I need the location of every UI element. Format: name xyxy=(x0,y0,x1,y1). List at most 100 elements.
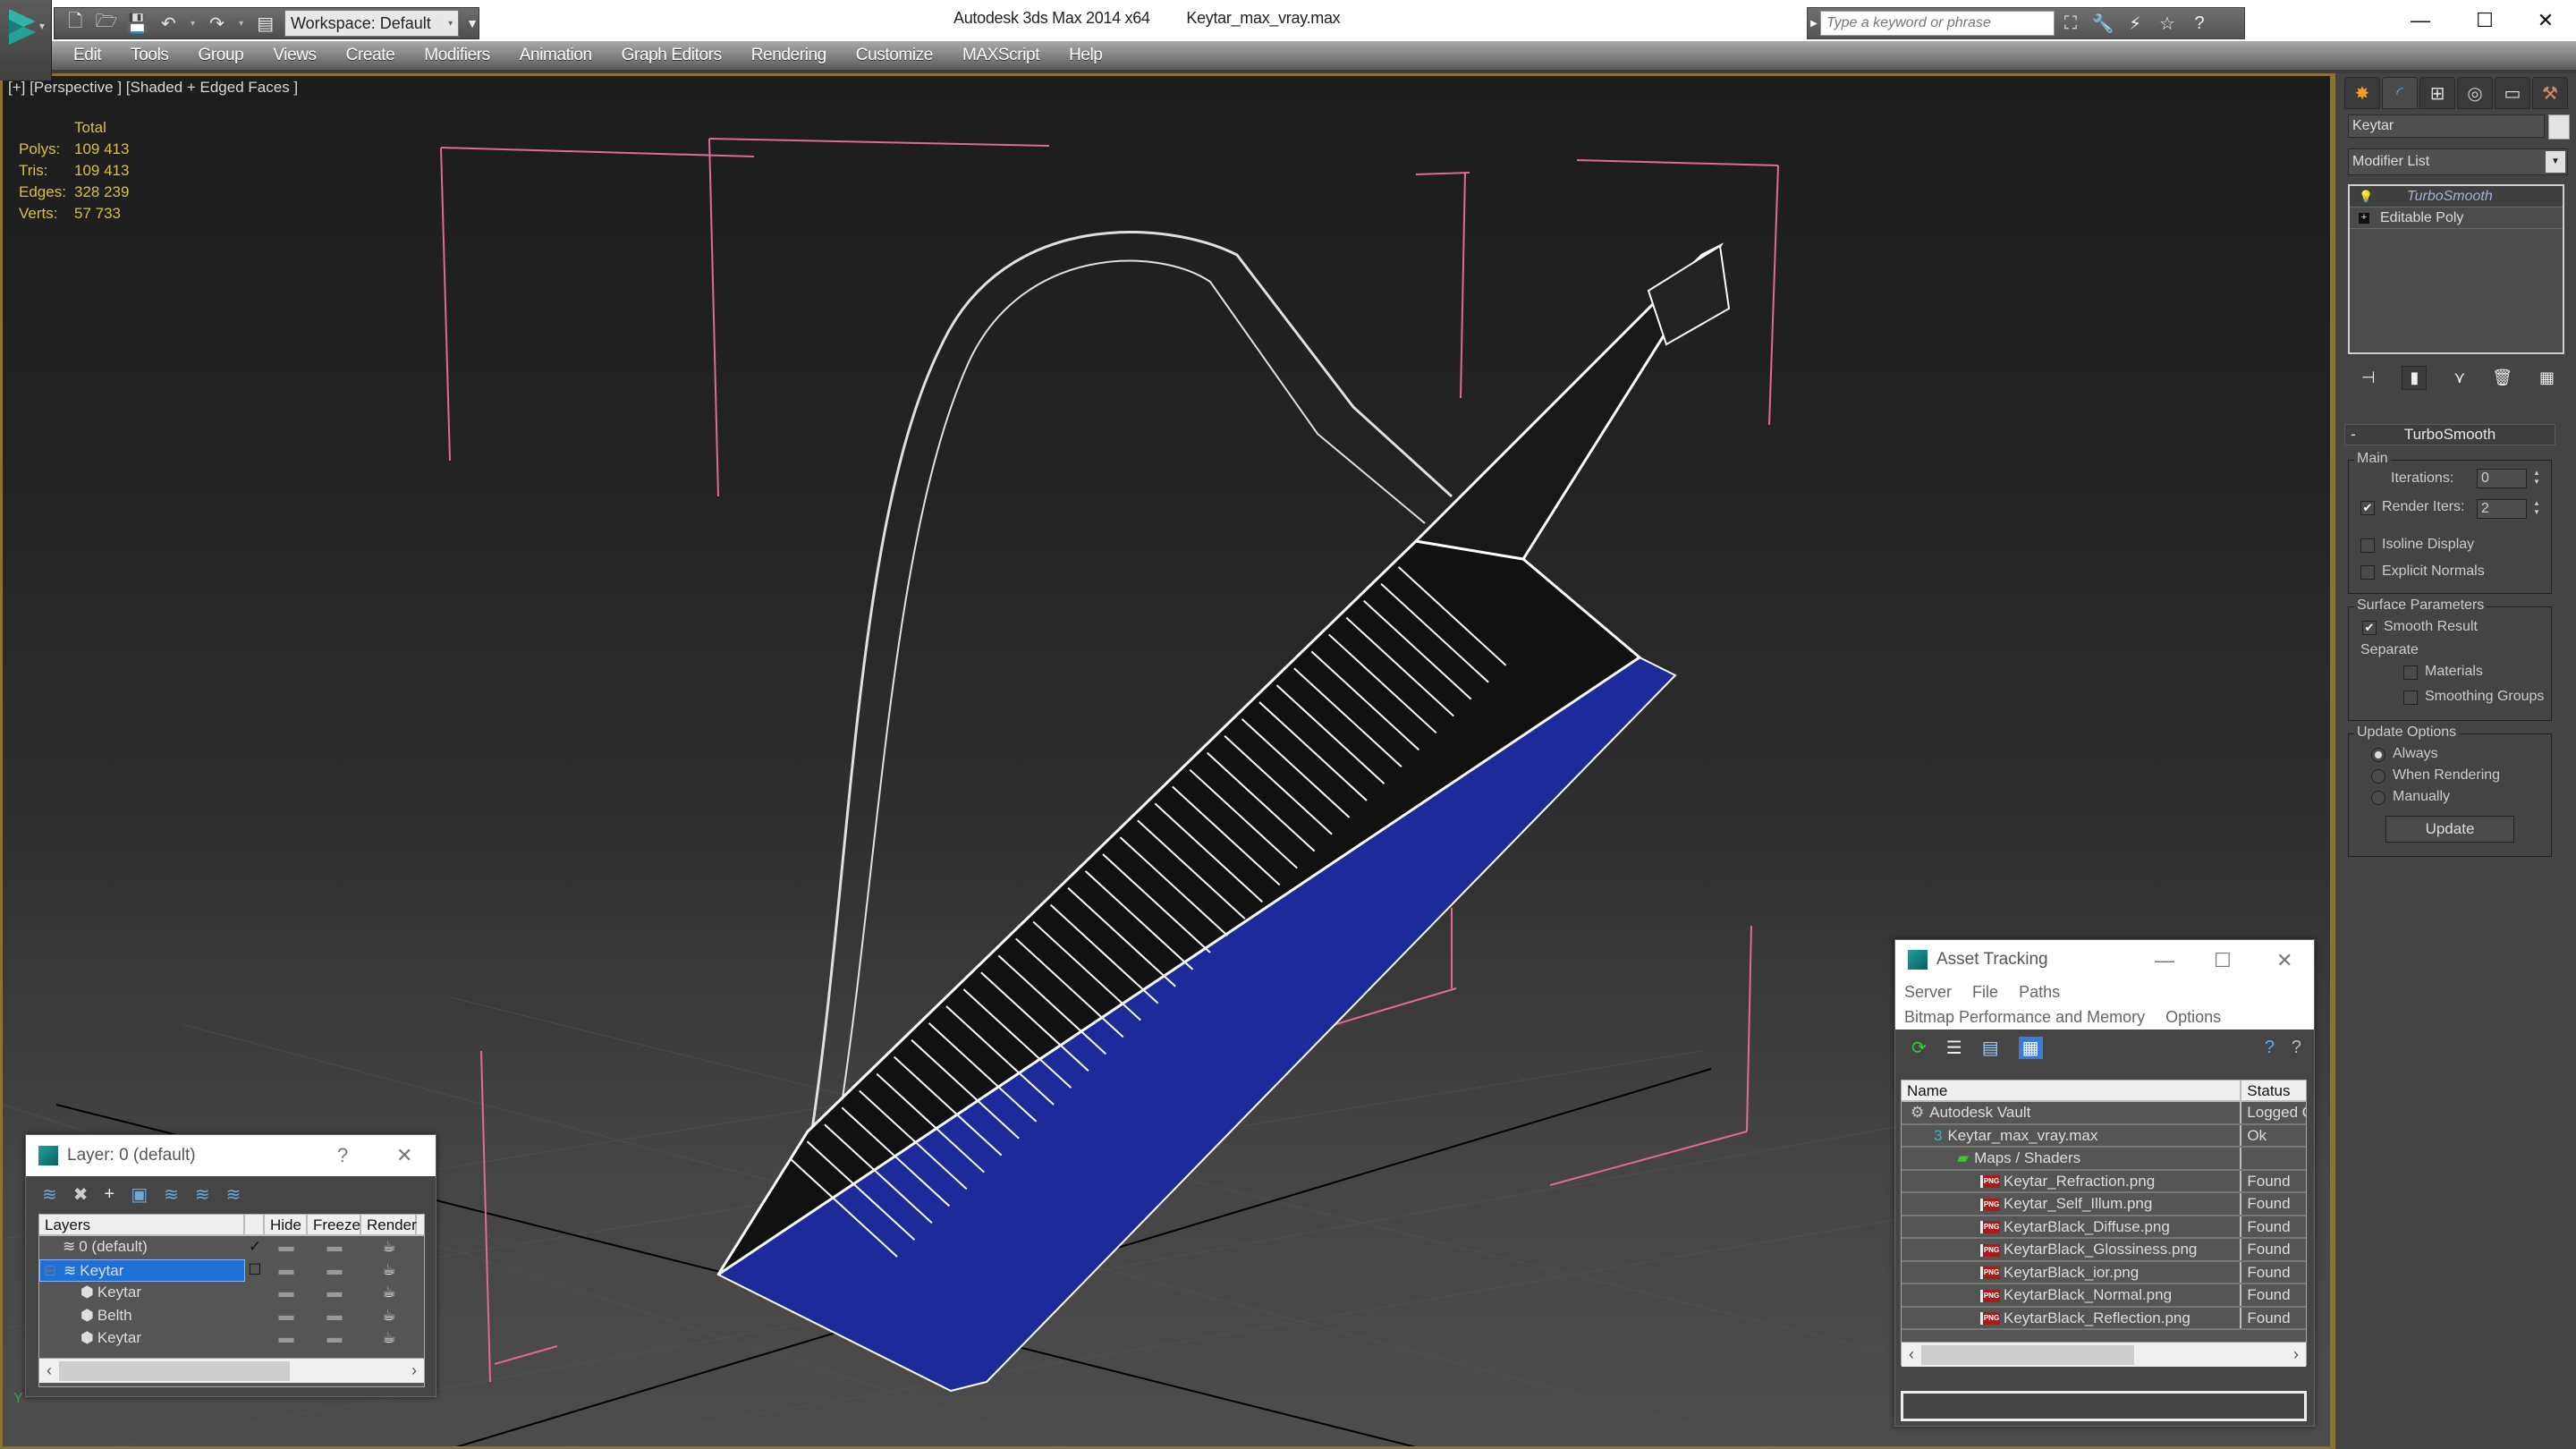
help-icon[interactable]: ? xyxy=(2183,13,2216,34)
render-teapot-icon[interactable]: ☕ xyxy=(361,1305,417,1328)
menu-maxscript[interactable]: MAXScript xyxy=(962,46,1040,65)
hide-toggle[interactable]: ▬ xyxy=(265,1236,308,1259)
render-teapot-icon[interactable]: ☕ xyxy=(361,1327,417,1351)
column-layers[interactable]: Layers xyxy=(39,1215,245,1234)
configure-modifier-sets-icon[interactable]: ▦ xyxy=(2539,369,2555,387)
open-folder-icon[interactable]: 🗁 xyxy=(95,11,119,36)
layer-name-cell[interactable]: ⬢ Keytar xyxy=(39,1327,245,1351)
layer-row[interactable]: ≋ 0 (default) ✓ ▬ ▬ ☕ xyxy=(39,1236,424,1259)
menu-paths[interactable]: Paths xyxy=(2019,983,2060,1001)
render-teapot-icon[interactable]: ☕ xyxy=(361,1259,417,1283)
lightbulb-icon[interactable]: 💡 xyxy=(2359,186,2373,208)
minimize-button[interactable]: — xyxy=(2388,0,2453,41)
menu-modifiers[interactable]: Modifiers xyxy=(424,46,490,65)
freeze-unfreeze-all-icon[interactable]: ≋ xyxy=(226,1183,242,1206)
object-row[interactable]: ⬢ Belth ▬ ▬ ☕ xyxy=(39,1305,424,1328)
close-button[interactable]: ✕ xyxy=(2276,949,2292,972)
asset-row[interactable]: PNG KeytarBlack_Normal.png Found xyxy=(1902,1284,2306,1308)
stack-item-turbosmooth[interactable]: 💡 TurboSmooth xyxy=(2350,186,2563,208)
asset-row[interactable]: PNG Keytar_Self_Illum.png Found xyxy=(1902,1193,2306,1216)
motion-tab[interactable]: ◎ xyxy=(2457,77,2493,109)
modify-tab[interactable]: ◜ xyxy=(2382,77,2418,109)
smoothing-groups-checkbox[interactable] xyxy=(2403,691,2418,705)
maximize-button[interactable]: ☐ xyxy=(2214,949,2232,972)
menu-help[interactable]: Help xyxy=(1069,46,1103,65)
render-teapot-icon[interactable]: ☕ xyxy=(361,1236,417,1259)
freeze-toggle[interactable]: ▬ xyxy=(308,1305,361,1328)
update-manually-radio[interactable] xyxy=(2371,791,2385,805)
menu-animation[interactable]: Animation xyxy=(520,46,592,65)
close-button[interactable]: ✕ xyxy=(396,1144,412,1167)
column-status[interactable]: Status xyxy=(2241,1080,2306,1100)
search-input[interactable] xyxy=(1820,11,2055,36)
asset-dialog-titlebar[interactable]: Asset Tracking — ☐ ✕ xyxy=(1895,940,2314,979)
menu-create[interactable]: Create xyxy=(346,46,395,65)
undo-icon[interactable]: ↶ xyxy=(157,11,181,36)
customize-toolbar-icon[interactable]: ▼ xyxy=(466,16,479,30)
help-globe-icon[interactable]: ? xyxy=(2265,1038,2275,1058)
undo-dropdown-icon[interactable]: ▾ xyxy=(188,11,198,36)
remove-modifier-icon[interactable]: 🗑 xyxy=(2492,369,2512,387)
communication-center-icon[interactable]: ⚡ xyxy=(2119,13,2151,35)
asset-row[interactable]: PNG KeytarBlack_Reflection.png Found xyxy=(1902,1307,2306,1330)
freeze-toggle[interactable]: ▬ xyxy=(308,1282,361,1305)
collapse-icon[interactable]: ⊟ xyxy=(44,1260,56,1282)
menu-edit[interactable]: Edit xyxy=(73,46,102,65)
menu-graph-editors[interactable]: Graph Editors xyxy=(622,46,722,65)
object-row[interactable]: ⬢ Keytar ▬ ▬ ☕ xyxy=(39,1327,424,1351)
menu-options[interactable]: Options xyxy=(2165,1008,2221,1026)
add-to-layer-icon[interactable]: + xyxy=(105,1184,115,1205)
layer-name-cell[interactable]: ⬢ Keytar xyxy=(39,1282,245,1305)
asset-row[interactable]: PNG Keytar_Refraction.png Found xyxy=(1902,1170,2306,1193)
update-always-radio[interactable] xyxy=(2371,748,2385,762)
create-tab[interactable]: ✸ xyxy=(2344,77,2380,109)
render-iters-checkbox[interactable]: ✔ xyxy=(2360,501,2375,515)
menu-file[interactable]: File xyxy=(1972,983,1998,1001)
workspace-dropdown[interactable]: Workspace: Default ▾ xyxy=(284,10,460,37)
hide-toggle[interactable]: ▬ xyxy=(265,1282,308,1305)
viewport-label[interactable]: [+] [Perspective ] [Shaded + Edged Faces… xyxy=(8,79,298,97)
asset-horizontal-scrollbar[interactable]: ‹ › xyxy=(1902,1342,2306,1367)
update-when-rendering-radio[interactable] xyxy=(2371,769,2385,784)
layer-horizontal-scrollbar[interactable]: ‹ › xyxy=(39,1358,424,1383)
maximize-button[interactable]: ☐ xyxy=(2453,0,2517,41)
menu-group[interactable]: Group xyxy=(199,46,244,65)
column-freeze[interactable]: Freeze xyxy=(308,1215,361,1234)
layer-name-cell[interactable]: ≋ 0 (default) xyxy=(39,1236,245,1259)
freeze-toggle[interactable]: ▬ xyxy=(308,1259,361,1283)
menu-views[interactable]: Views xyxy=(273,46,317,65)
layer-name-cell[interactable]: ⬢ Belth xyxy=(39,1305,245,1328)
object-name-field[interactable]: Keytar xyxy=(2348,114,2545,138)
redo-dropdown-icon[interactable]: ▾ xyxy=(236,11,246,36)
table-view-icon[interactable]: ▦ xyxy=(2018,1036,2043,1059)
layer-row[interactable]: ⊟ ≋ Keytar ☐ ▬ ▬ ☕ xyxy=(39,1258,424,1283)
hierarchy-tab[interactable]: ⊞ xyxy=(2419,77,2455,109)
scroll-left-icon[interactable]: ‹ xyxy=(1902,1345,1921,1364)
menu-server[interactable]: Server xyxy=(1904,983,1952,1001)
hide-unhide-all-icon[interactable]: ≋ xyxy=(195,1183,210,1206)
help-button[interactable]: ? xyxy=(337,1144,348,1167)
asset-row[interactable]: ⚙Autodesk Vault Logged Out xyxy=(1902,1102,2306,1125)
asset-row[interactable]: 3 Keytar_max_vray.max Ok xyxy=(1902,1124,2306,1148)
scroll-thumb[interactable] xyxy=(59,1360,290,1381)
column-render[interactable]: Render xyxy=(361,1215,417,1234)
scroll-thumb[interactable] xyxy=(1921,1344,2134,1365)
utilities-tab[interactable]: ⚒ xyxy=(2532,77,2568,109)
menu-bitmap-performance[interactable]: Bitmap Performance and Memory xyxy=(1904,1008,2145,1026)
make-unique-icon[interactable]: ⋎ xyxy=(2453,369,2465,387)
highlight-selected-icon[interactable]: ≋ xyxy=(164,1183,179,1206)
iterations-spinner[interactable]: 0 xyxy=(2477,469,2527,488)
create-new-layer-icon[interactable]: ≋ xyxy=(42,1183,57,1206)
menu-tools[interactable]: Tools xyxy=(131,46,169,65)
render-iters-spinner-arrows[interactable]: ▲ ▼ xyxy=(2530,499,2543,519)
layer-dialog-titlebar[interactable]: Layer: 0 (default) ? ✕ xyxy=(26,1135,436,1176)
tree-view-icon[interactable]: ▤ xyxy=(1982,1037,1999,1059)
subscription-icon[interactable]: 🔧 xyxy=(2087,13,2119,35)
hide-toggle[interactable]: ▬ xyxy=(265,1327,308,1351)
column-hide[interactable]: Hide xyxy=(265,1215,308,1234)
asset-path-field[interactable] xyxy=(1901,1391,2307,1421)
scroll-right-icon[interactable]: › xyxy=(2286,1345,2306,1364)
iterations-spinner-arrows[interactable]: ▲ ▼ xyxy=(2530,469,2543,488)
object-row[interactable]: ⬢ Keytar ▬ ▬ ☕ xyxy=(39,1282,424,1305)
current-layer-indicator[interactable] xyxy=(245,1305,265,1328)
